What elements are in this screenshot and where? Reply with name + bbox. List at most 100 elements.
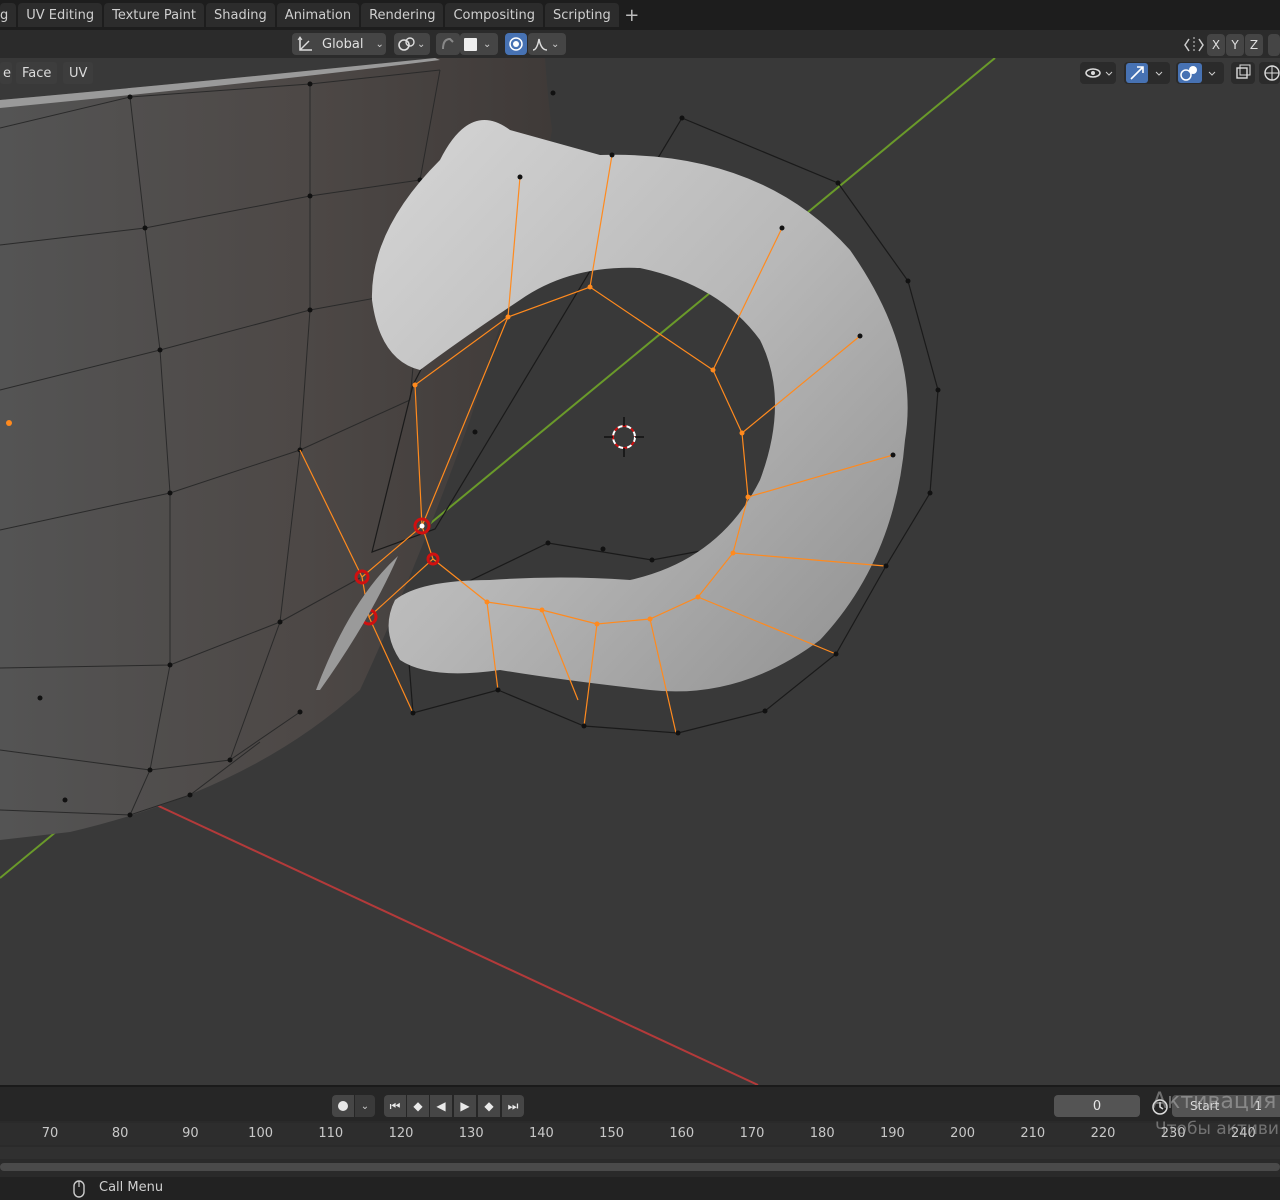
current-frame-value: 0	[1092, 1098, 1102, 1114]
chevron-down-icon: ⌄	[417, 38, 426, 50]
mirror-icon	[1184, 37, 1204, 53]
ruler-tick-label: 90	[182, 1126, 199, 1141]
tab-label: Animation	[284, 7, 352, 23]
transform-orientation-icon	[297, 36, 312, 51]
current-frame-field[interactable]: 0	[1054, 1095, 1140, 1117]
viewport-header: Global ⌄ ⌄ ⌄ ⌄ X Y Z	[0, 30, 1280, 58]
mode-label: UV	[69, 65, 88, 81]
call-menu-hint: Call Menu	[99, 1180, 164, 1195]
ruler-tick-label: 130	[458, 1126, 484, 1141]
chevron-down-icon: ⌄	[483, 38, 492, 50]
tab-label: Scripting	[552, 7, 611, 23]
mirror-x-toggle[interactable]: X	[1207, 34, 1225, 56]
next-keyframe-icon: ◆	[484, 1099, 494, 1113]
jump-end-button[interactable]: ⏭	[502, 1095, 524, 1117]
falloff-dropdown[interactable]: ⌄	[528, 33, 566, 55]
falloff-icon	[532, 38, 548, 51]
orientation-value: Global	[322, 36, 364, 52]
prev-keyframe-icon: ◆	[413, 1099, 423, 1113]
cup-origin-dot	[6, 420, 12, 426]
status-bar: Call Menu	[0, 1177, 1280, 1200]
axis-z-label: Z	[1249, 38, 1259, 52]
record-icon	[338, 1101, 348, 1111]
tab-rendering[interactable]: Rendering	[361, 3, 444, 27]
ruler-tick-label: 200	[950, 1126, 976, 1141]
chevron-down-icon: ⌄	[551, 38, 560, 50]
snap-toggle[interactable]	[436, 33, 460, 55]
ruler-tick-label: 110	[318, 1126, 344, 1141]
timeline-scrollbar[interactable]	[0, 1163, 1280, 1171]
tab-label: Compositing	[453, 7, 535, 23]
timeline-editor: ⌄ ⏮ ◆ ◀ ▶ ◆ ⏭ 0 Start 1 70 80 90 100 110 120 1…	[0, 1085, 1280, 1179]
mode-button-e[interactable]: e	[0, 62, 12, 84]
tab-uv-editing[interactable]: UV Editing	[18, 3, 103, 27]
3d-cursor	[604, 417, 644, 457]
tab-animation[interactable]: Animation	[276, 3, 360, 27]
ruler-tick-label: 190	[879, 1126, 905, 1141]
mode-label: Face	[22, 65, 52, 81]
snap-link-icon	[398, 37, 415, 51]
axis-y-label: Y	[1231, 38, 1239, 52]
ruler-tick-label: 210	[1020, 1126, 1046, 1141]
tab-label: g	[0, 7, 9, 23]
ruler-tick-label: 140	[528, 1126, 554, 1141]
viewport-canvas[interactable]	[0, 57, 1280, 1086]
mode-button-face[interactable]: Face	[16, 62, 58, 84]
ruler-tick-label: 180	[809, 1126, 835, 1141]
activation-watermark-subtitle: Чтобы активир	[1155, 1119, 1280, 1139]
timeline-header: ⌄ ⏮ ◆ ◀ ▶ ◆ ⏭ 0 Start 1	[0, 1087, 1280, 1121]
mirror-z-toggle[interactable]: Z	[1245, 34, 1263, 56]
x-axis-line	[149, 801, 759, 1086]
ruler-tick-label: 120	[388, 1126, 414, 1141]
snap-square-icon	[464, 37, 477, 51]
axis-x-label: X	[1211, 38, 1221, 52]
jump-end-icon: ⏭	[507, 1098, 519, 1113]
mouse-icon	[73, 1180, 85, 1198]
tab-texture-paint[interactable]: Texture Paint	[104, 3, 204, 27]
prev-keyframe-button[interactable]: ◆	[407, 1095, 429, 1117]
tab-compositing[interactable]: Compositing	[445, 3, 543, 27]
shading-icon[interactable]	[1264, 65, 1280, 81]
tab-shading[interactable]: Shading	[205, 3, 275, 27]
pivot-dropdown[interactable]: ⌄	[394, 33, 430, 55]
3d-viewport[interactable]: e Face UV	[0, 57, 1280, 1086]
jump-start-icon: ⏮	[389, 1098, 401, 1113]
tab-label: Texture Paint	[112, 7, 196, 23]
snap-target-dropdown[interactable]: ⌄	[460, 33, 498, 55]
keying-dropdown[interactable]: ⌄	[355, 1095, 375, 1117]
ruler-tick-label: 160	[669, 1126, 695, 1141]
add-workspace-button[interactable]: +	[621, 4, 643, 26]
tab-label: UV Editing	[26, 7, 95, 23]
snap-icon	[442, 37, 454, 50]
ruler-tick-label: 80	[111, 1126, 129, 1141]
play-button[interactable]: ▶	[454, 1095, 476, 1117]
workspace-tabs-bar: g UV Editing Texture Paint Shading Anima…	[0, 0, 1280, 30]
ruler-tick-label: 100	[248, 1126, 274, 1141]
activation-watermark-title: Активация W	[1152, 1089, 1280, 1114]
proportional-edit-icon	[509, 37, 523, 51]
options-toggle[interactable]	[1268, 34, 1280, 56]
transform-orientation-dropdown[interactable]: Global ⌄	[292, 33, 386, 55]
mode-button-uv[interactable]: UV	[63, 62, 94, 84]
jump-start-button[interactable]: ⏮	[384, 1095, 406, 1117]
ruler-tick-label: 150	[599, 1126, 625, 1141]
proportional-edit-toggle[interactable]	[505, 33, 527, 55]
mirror-y-toggle[interactable]: Y	[1226, 34, 1244, 56]
chevron-down-icon: ⌄	[375, 38, 384, 50]
play-reverse-icon: ◀	[436, 1099, 446, 1113]
ruler-tick-label: 70	[41, 1126, 59, 1141]
record-button[interactable]	[332, 1095, 354, 1117]
chevron-down-icon: ⌄	[360, 1100, 370, 1112]
ruler-tick-label: 220	[1090, 1126, 1116, 1141]
ruler-tick-label: 170	[739, 1126, 765, 1141]
tab-label: Shading	[213, 7, 267, 23]
timeline-track[interactable]	[0, 1147, 1280, 1159]
play-reverse-button[interactable]: ◀	[430, 1095, 452, 1117]
tab-layout[interactable]: g	[0, 3, 17, 27]
tab-scripting[interactable]: Scripting	[544, 3, 619, 27]
next-keyframe-button[interactable]: ◆	[478, 1095, 500, 1117]
play-icon: ▶	[460, 1099, 470, 1113]
mode-label: e	[3, 65, 11, 81]
tab-label: Rendering	[369, 7, 436, 23]
timeline-ruler[interactable]: 70 80 90 100 110 120 130 140 150 160 170 180 190 200 2…	[0, 1123, 1280, 1145]
